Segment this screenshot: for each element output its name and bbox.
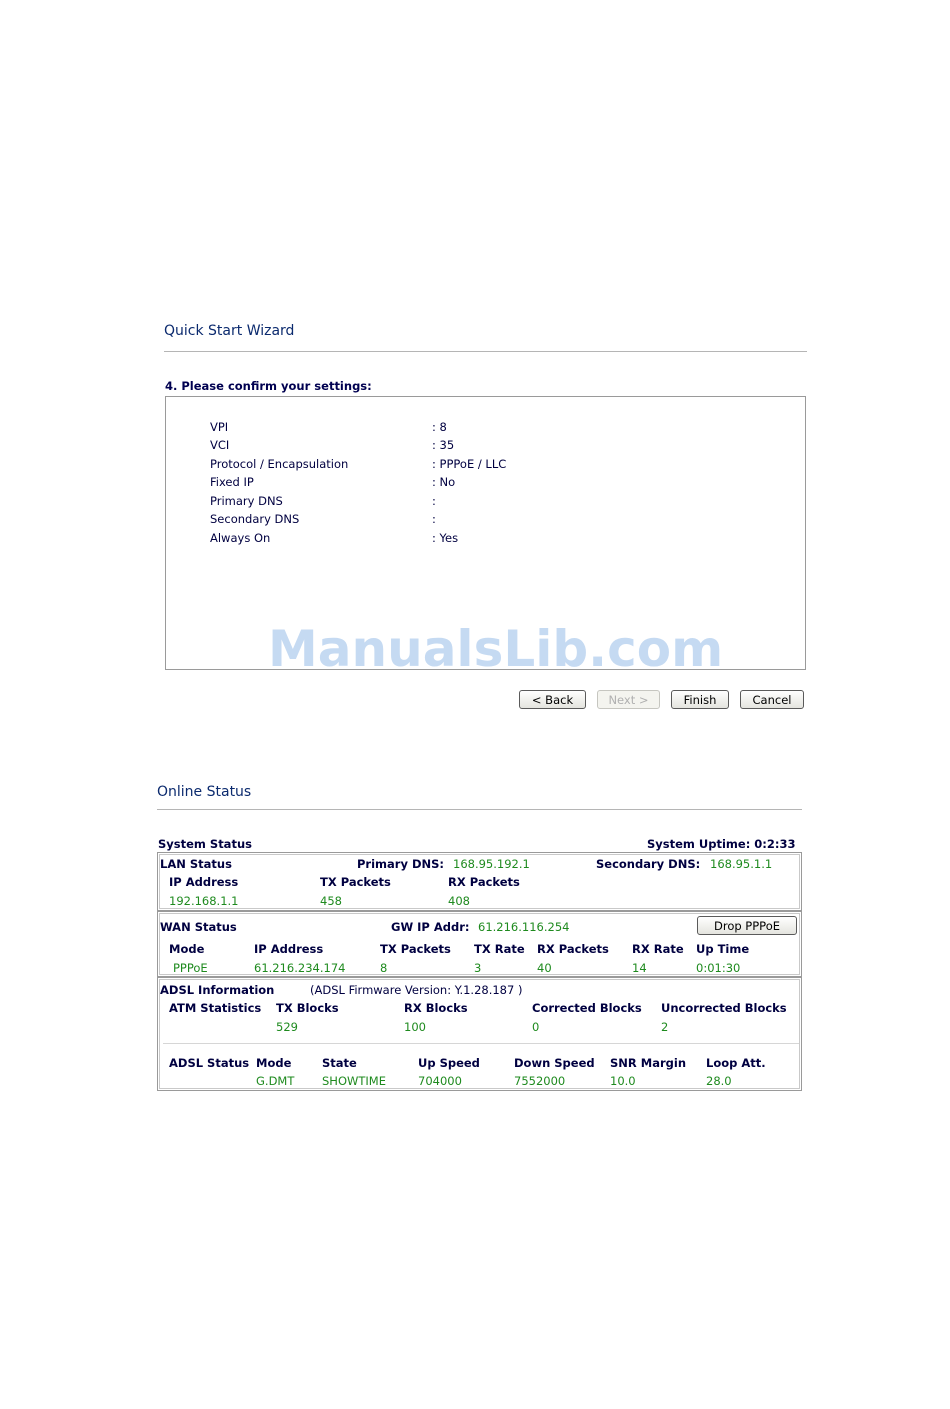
adsl-value-down-speed: 7552000 xyxy=(514,1074,566,1088)
lan-status-title: LAN Status xyxy=(160,857,232,871)
lan-header-rx: RX Packets xyxy=(448,875,520,889)
secondary-dns-value: 168.95.1.1 xyxy=(710,857,773,871)
atm-header-uncorrected: Uncorrected Blocks xyxy=(661,1001,787,1015)
adsl-value-up-speed: 704000 xyxy=(418,1074,462,1088)
system-status-label: System Status xyxy=(158,837,252,851)
gw-ip-value: 61.216.116.254 xyxy=(478,920,570,934)
wizard-title: Quick Start Wizard xyxy=(164,323,295,339)
atm-header-rx-blocks: RX Blocks xyxy=(404,1001,468,1015)
atm-statistics-label: ATM Statistics xyxy=(169,1001,262,1015)
setting-label-fixed-ip: Fixed IP xyxy=(210,475,254,489)
back-button[interactable]: < Back xyxy=(519,690,586,709)
lan-header-ip: IP Address xyxy=(169,875,239,889)
setting-value-vci: : 35 xyxy=(432,438,455,452)
drop-pppoe-button[interactable]: Drop PPPoE xyxy=(697,916,797,935)
adsl-section-divider xyxy=(163,1043,799,1044)
lan-value-rx: 408 xyxy=(448,894,470,908)
setting-label-always-on: Always On xyxy=(210,531,271,545)
wan-header-tx-rate: TX Rate xyxy=(474,942,525,956)
wan-value-tx-packets: 8 xyxy=(380,961,388,975)
wan-status-title: WAN Status xyxy=(160,920,237,934)
setting-value-primary-dns: : xyxy=(432,494,436,508)
wan-value-rx-rate: 14 xyxy=(632,961,647,975)
adsl-value-loop-att: 28.0 xyxy=(706,1074,732,1088)
adsl-header-snr-margin: SNR Margin xyxy=(610,1056,687,1070)
adsl-value-snr-margin: 10.0 xyxy=(610,1074,636,1088)
adsl-value-mode: G.DMT xyxy=(256,1074,295,1088)
next-button: Next > xyxy=(597,690,660,709)
primary-dns-label: Primary DNS: xyxy=(357,857,445,871)
wan-header-rx-packets: RX Packets xyxy=(537,942,609,956)
setting-value-protocol: : PPPoE / LLC xyxy=(432,457,507,471)
wan-header-mode: Mode xyxy=(169,942,205,956)
adsl-information-title: ADSL Information xyxy=(160,983,275,997)
adsl-value-state: SHOWTIME xyxy=(322,1074,386,1088)
atm-value-rx-blocks: 100 xyxy=(404,1020,426,1034)
setting-label-protocol: Protocol / Encapsulation xyxy=(210,457,349,471)
gw-ip-label: GW IP Addr: xyxy=(391,920,470,934)
adsl-header-down-speed: Down Speed xyxy=(514,1056,595,1070)
setting-value-always-on: : Yes xyxy=(432,531,459,545)
lan-header-tx: TX Packets xyxy=(320,875,391,889)
setting-value-vpi: : 8 xyxy=(432,420,447,434)
primary-dns-value: 168.95.192.1 xyxy=(453,857,530,871)
adsl-header-mode: Mode xyxy=(256,1056,292,1070)
finish-button[interactable]: Finish xyxy=(671,690,729,709)
setting-label-secondary-dns: Secondary DNS xyxy=(210,512,300,526)
online-status-divider xyxy=(157,809,802,810)
adsl-firmware-version: (ADSL Firmware Version: Y.1.28.187 ) xyxy=(310,983,523,997)
setting-label-vpi: VPI xyxy=(210,420,229,434)
wan-value-ip: 61.216.234.174 xyxy=(254,961,346,975)
atm-value-uncorrected: 2 xyxy=(661,1020,669,1034)
cancel-button[interactable]: Cancel xyxy=(740,690,804,709)
watermark: ManualsLib.com xyxy=(268,620,724,678)
setting-value-fixed-ip: : No xyxy=(432,475,456,489)
setting-value-secondary-dns: : xyxy=(432,512,436,526)
atm-header-corrected: Corrected Blocks xyxy=(532,1001,642,1015)
wan-value-mode: PPPoE xyxy=(173,961,208,975)
wan-header-ip: IP Address xyxy=(254,942,324,956)
system-uptime: System Uptime: 0:2:33 xyxy=(647,837,796,851)
adsl-header-loop-att: Loop Att. xyxy=(706,1056,766,1070)
wan-header-tx-packets: TX Packets xyxy=(380,942,451,956)
lan-value-ip: 192.168.1.1 xyxy=(169,894,239,908)
online-status-title: Online Status xyxy=(157,784,252,800)
atm-value-corrected: 0 xyxy=(532,1020,540,1034)
atm-header-tx-blocks: TX Blocks xyxy=(276,1001,339,1015)
wan-value-tx-rate: 3 xyxy=(474,961,482,975)
adsl-header-up-speed: Up Speed xyxy=(418,1056,480,1070)
setting-label-vci: VCI xyxy=(210,438,230,452)
wan-value-uptime: 0:01:30 xyxy=(696,961,741,975)
wan-header-uptime: Up Time xyxy=(696,942,750,956)
wan-value-rx-packets: 40 xyxy=(537,961,552,975)
lan-value-tx: 458 xyxy=(320,894,342,908)
atm-value-tx-blocks: 529 xyxy=(276,1020,298,1034)
secondary-dns-label: Secondary DNS: xyxy=(596,857,701,871)
step-heading: 4. Please confirm your settings: xyxy=(165,379,372,393)
wizard-title-divider xyxy=(164,351,807,352)
adsl-status-label: ADSL Status xyxy=(169,1056,250,1070)
setting-label-primary-dns: Primary DNS xyxy=(210,494,283,508)
adsl-header-state: State xyxy=(322,1056,357,1070)
wan-header-rx-rate: RX Rate xyxy=(632,942,684,956)
